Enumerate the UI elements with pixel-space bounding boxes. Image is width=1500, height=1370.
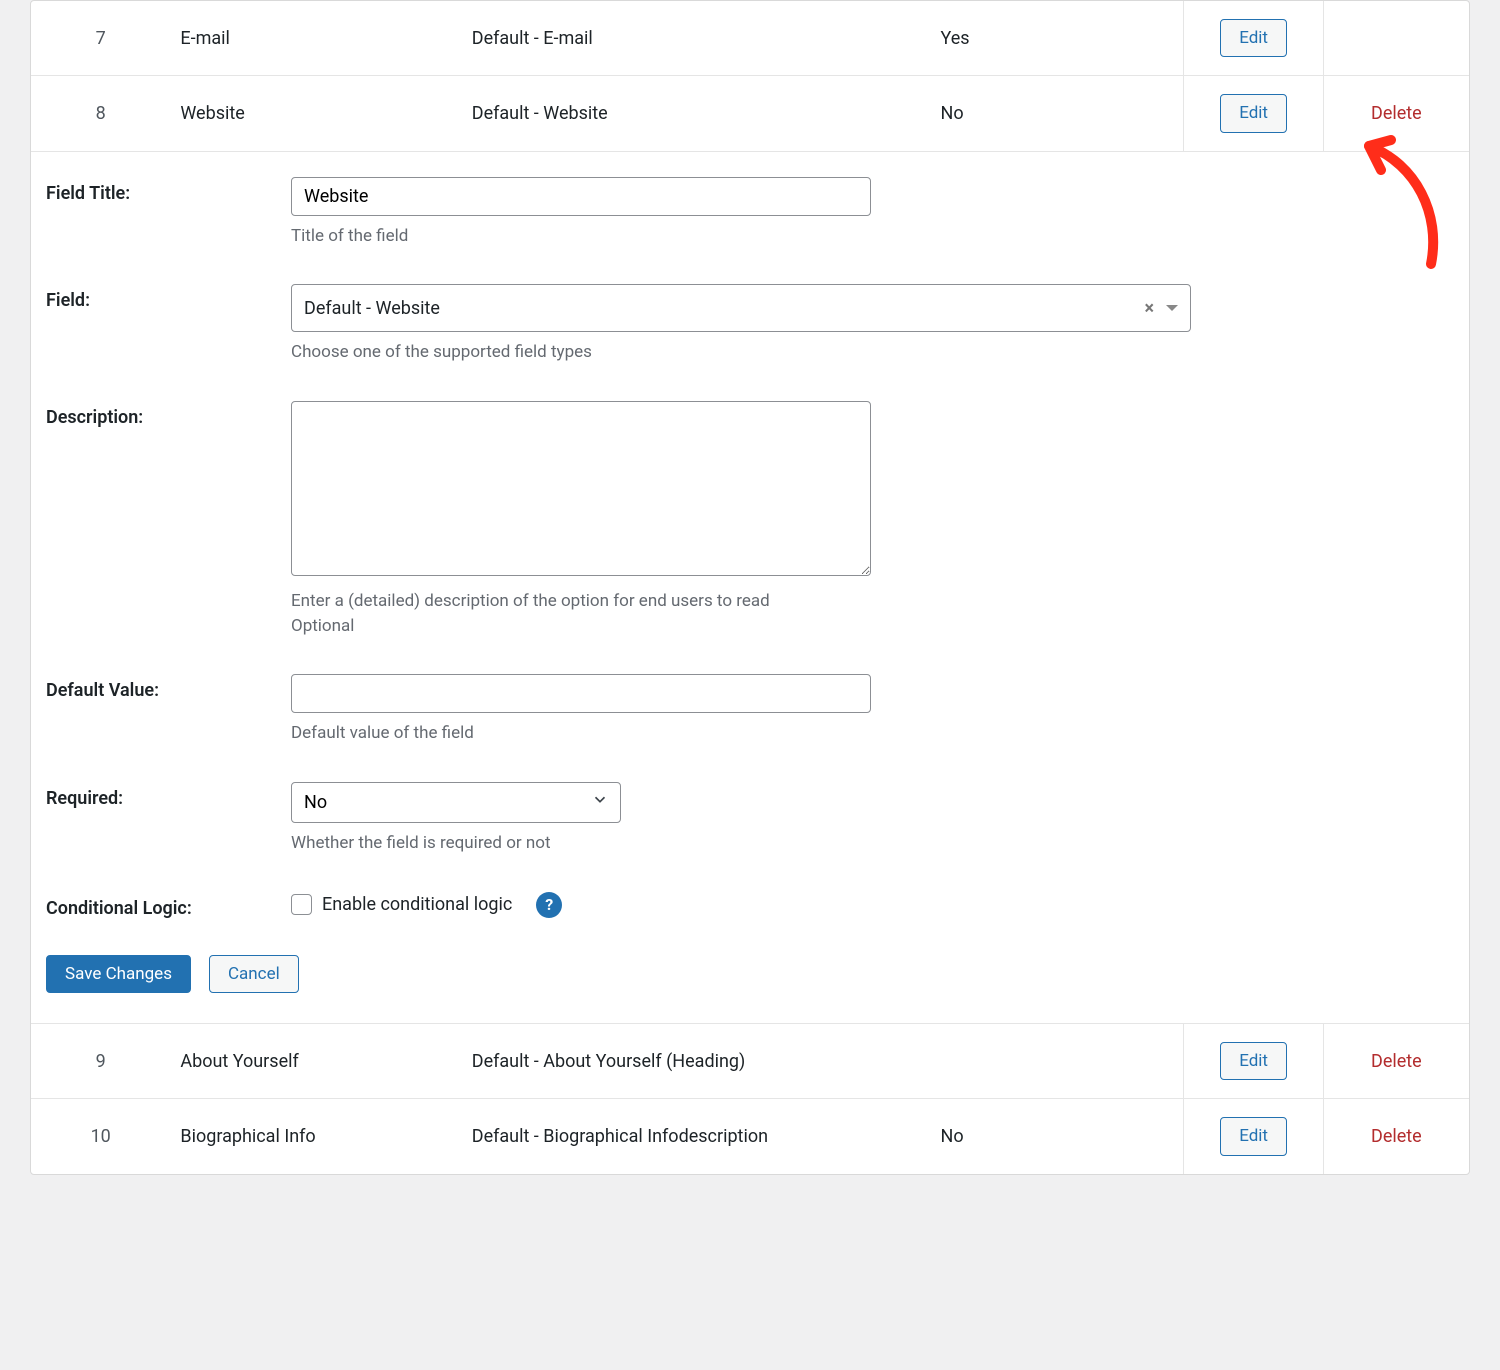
row-name: E-mail (170, 1, 461, 76)
edit-button[interactable]: Edit (1220, 19, 1287, 57)
fields-table-top: 7 E-mail Default - E-mail Yes Edit 8 Web… (31, 1, 1469, 151)
field-editor: Field Title: Title of the field Field: D… (31, 151, 1469, 1023)
help-icon[interactable]: ? (536, 892, 562, 918)
field-type-value: Default - Website (304, 298, 1138, 319)
row-required (931, 1024, 1184, 1099)
default-value-input[interactable] (291, 674, 871, 713)
save-changes-button[interactable]: Save Changes (46, 955, 191, 993)
field-title-label: Field Title: (46, 177, 291, 204)
required-hint: Whether the field is required or not (291, 831, 871, 856)
row-type: Default - Website (462, 76, 931, 151)
row-index: 9 (31, 1024, 170, 1099)
enable-conditional-label: Enable conditional logic (322, 894, 512, 915)
row-name: Website (170, 76, 461, 151)
row-required: No (931, 1099, 1184, 1174)
table-row[interactable]: 10 Biographical Info Default - Biographi… (31, 1099, 1469, 1174)
row-index: 10 (31, 1099, 170, 1174)
enable-conditional-checkbox[interactable] (291, 894, 312, 915)
description-textarea[interactable] (291, 401, 871, 576)
delete-link[interactable]: Delete (1371, 1051, 1422, 1072)
delete-link[interactable]: Delete (1371, 1126, 1422, 1147)
field-type-label: Field: (46, 284, 291, 311)
table-row[interactable]: 7 E-mail Default - E-mail Yes Edit (31, 1, 1469, 76)
field-title-hint: Title of the field (291, 224, 871, 249)
row-name: About Yourself (170, 1024, 461, 1099)
row-type: Default - E-mail (462, 1, 931, 76)
row-name: Biographical Info (170, 1099, 461, 1174)
row-required: Yes (931, 1, 1184, 76)
description-hint: Enter a (detailed) description of the op… (291, 589, 871, 638)
default-value-label: Default Value: (46, 674, 291, 701)
fields-table-bottom: 9 About Yourself Default - About Yoursel… (31, 1023, 1469, 1174)
row-type: Default - Biographical Infodescription (462, 1099, 931, 1174)
table-row[interactable]: 9 About Yourself Default - About Yoursel… (31, 1024, 1469, 1099)
cancel-button[interactable]: Cancel (209, 955, 299, 993)
table-row[interactable]: 8 Website Default - Website No Edit Dele… (31, 76, 1469, 151)
edit-button[interactable]: Edit (1220, 1117, 1287, 1155)
description-label: Description: (46, 401, 291, 428)
default-value-hint: Default value of the field (291, 721, 871, 746)
conditional-logic-label: Conditional Logic: (46, 892, 291, 919)
edit-button[interactable]: Edit (1220, 94, 1287, 132)
field-type-hint: Choose one of the supported field types (291, 340, 1191, 365)
field-type-select[interactable]: Default - Website × (291, 284, 1191, 332)
row-type: Default - About Yourself (Heading) (462, 1024, 931, 1099)
required-label: Required: (46, 782, 291, 809)
row-index: 8 (31, 76, 170, 151)
row-index: 7 (31, 1, 170, 76)
edit-button[interactable]: Edit (1220, 1042, 1287, 1080)
delete-link[interactable]: Delete (1371, 103, 1422, 124)
clear-icon[interactable]: × (1138, 298, 1160, 319)
required-select[interactable]: No (291, 782, 621, 823)
field-title-input[interactable] (291, 177, 871, 216)
row-required: No (931, 76, 1184, 151)
chevron-down-icon (1166, 305, 1178, 311)
